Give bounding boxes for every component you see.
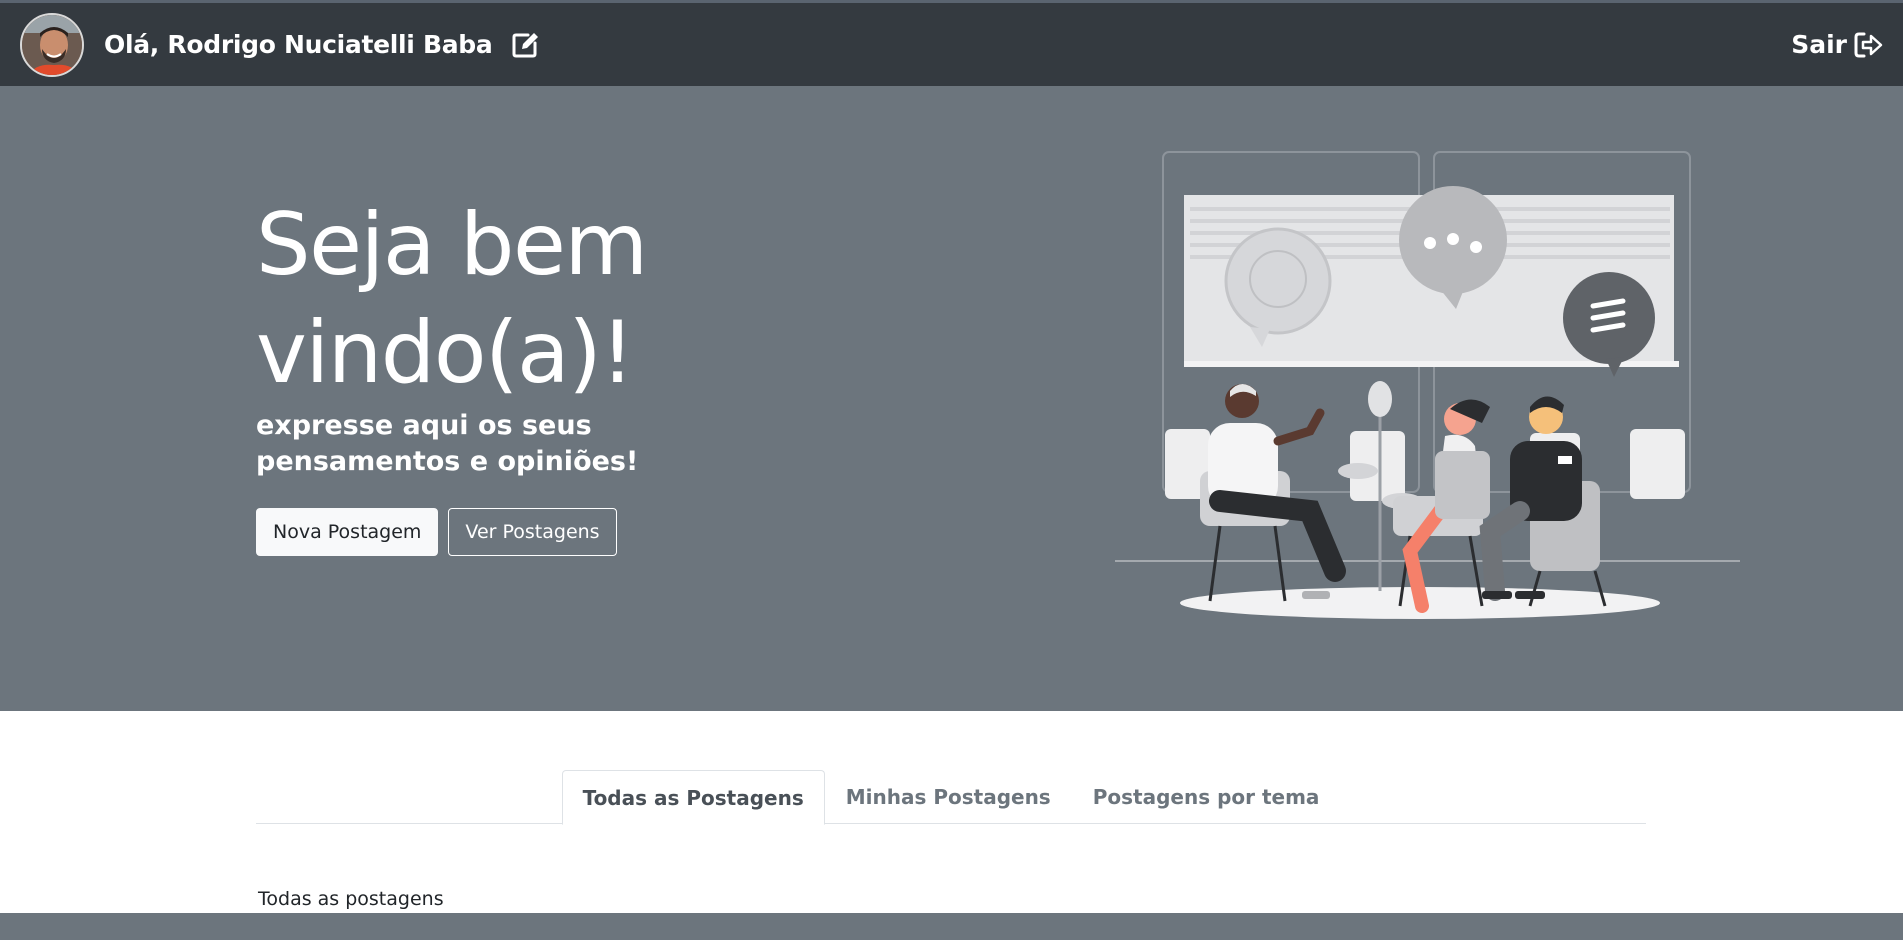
hero-section: Seja bem vindo(a)! expresse aqui os seus… — [0, 86, 1903, 711]
logout-button[interactable]: Sair — [1791, 30, 1883, 60]
sign-out-icon — [1853, 30, 1883, 60]
footer-bar — [0, 913, 1903, 940]
hero-subtitle: expresse aqui os seus pensamentos e opin… — [256, 410, 639, 477]
tab-my-posts[interactable]: Minhas Postagens — [825, 770, 1072, 824]
post-tabs: Todas as Postagens Minhas Postagens Post… — [256, 770, 1646, 825]
view-posts-button[interactable]: Ver Postagens — [448, 508, 617, 556]
logout-label: Sair — [1791, 30, 1847, 59]
new-post-button[interactable]: Nova Postagem — [256, 508, 439, 556]
tab-posts-by-theme[interactable]: Postagens por tema — [1072, 770, 1341, 824]
hero-illustration — [1110, 151, 1750, 641]
avatar[interactable] — [20, 12, 84, 77]
edit-icon[interactable] — [510, 30, 540, 60]
hero-buttons: Nova Postagem Ver Postagens — [256, 508, 617, 556]
tab-all-posts[interactable]: Todas as Postagens — [561, 770, 825, 825]
hero-title: Seja bem vindo(a)! — [256, 195, 648, 403]
section-label: Todas as postagens — [258, 888, 444, 910]
navbar-left: Olá, Rodrigo Nuciatelli Baba — [20, 12, 540, 77]
navbar: Olá, Rodrigo Nuciatelli Baba Sair — [0, 0, 1903, 86]
greeting-text: Olá, Rodrigo Nuciatelli Baba — [104, 30, 493, 59]
